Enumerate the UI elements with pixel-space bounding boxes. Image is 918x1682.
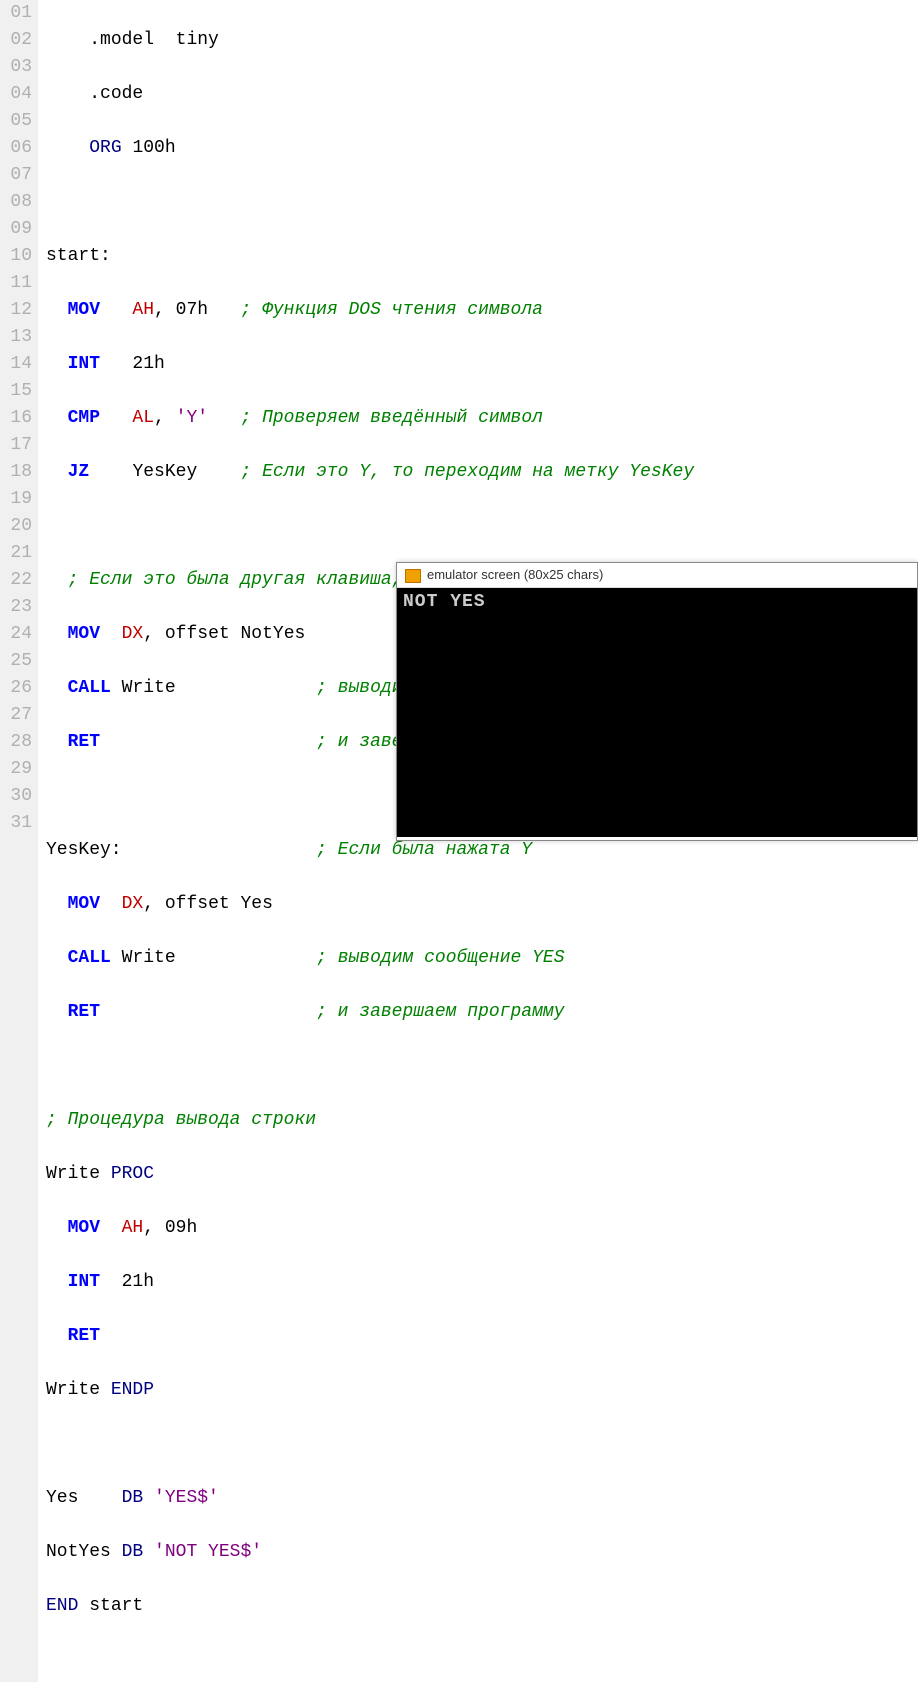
line-number: 30 — [4, 783, 32, 810]
code-line — [46, 189, 694, 216]
emulator-screen: NOT YES — [397, 588, 917, 837]
line-number: 10 — [4, 243, 32, 270]
line-number: 13 — [4, 324, 32, 351]
code-line: RET ; и завершаем программу — [46, 999, 694, 1026]
line-number: 21 — [4, 540, 32, 567]
code-line: MOV AH, 07h ; Функция DOS чтения символа — [46, 297, 694, 324]
code-line: YesKey: ; Если была нажата Y — [46, 837, 694, 864]
line-number: 01 — [4, 0, 32, 27]
line-number: 02 — [4, 27, 32, 54]
emulator-window[interactable]: emulator screen (80x25 chars) NOT YES — [396, 562, 918, 841]
code-line: MOV AH, 09h — [46, 1215, 694, 1242]
code-line: Yes DB 'YES$' — [46, 1485, 694, 1512]
code-line: .code — [46, 81, 694, 108]
code-line: END start — [46, 1593, 694, 1620]
line-number: 03 — [4, 54, 32, 81]
line-number: 08 — [4, 189, 32, 216]
line-number: 04 — [4, 81, 32, 108]
code-line: MOV DX, offset Yes — [46, 891, 694, 918]
line-number: 20 — [4, 513, 32, 540]
line-number: 11 — [4, 270, 32, 297]
code-area[interactable]: .model tiny .code ORG 100h start: MOV AH… — [38, 0, 694, 1682]
code-line: INT 21h — [46, 1269, 694, 1296]
emulator-title-text: emulator screen (80x25 chars) — [427, 567, 603, 582]
line-number: 17 — [4, 432, 32, 459]
line-number: 18 — [4, 459, 32, 486]
code-line: INT 21h — [46, 351, 694, 378]
line-number: 29 — [4, 756, 32, 783]
code-line — [46, 1431, 694, 1458]
line-number: 27 — [4, 702, 32, 729]
line-number: 14 — [4, 351, 32, 378]
code-line: CALL Write ; выводим сообщение YES — [46, 945, 694, 972]
emulator-output: NOT YES — [403, 592, 486, 612]
line-number: 16 — [4, 405, 32, 432]
line-number: 12 — [4, 297, 32, 324]
line-number: 28 — [4, 729, 32, 756]
line-number: 31 — [4, 810, 32, 837]
code-line — [46, 513, 694, 540]
code-line: RET — [46, 1323, 694, 1350]
code-editor[interactable]: 01 02 03 04 05 06 07 08 09 10 11 12 13 1… — [0, 0, 918, 1682]
code-line: ORG 100h — [46, 135, 694, 162]
line-number: 15 — [4, 378, 32, 405]
code-line — [46, 1647, 694, 1674]
line-number: 22 — [4, 567, 32, 594]
code-line: Write PROC — [46, 1161, 694, 1188]
line-number: 23 — [4, 594, 32, 621]
line-number: 09 — [4, 216, 32, 243]
line-number: 25 — [4, 648, 32, 675]
emulator-icon — [405, 569, 421, 583]
code-line: start: — [46, 243, 694, 270]
line-number: 06 — [4, 135, 32, 162]
code-line: .model tiny — [46, 27, 694, 54]
code-line: NotYes DB 'NOT YES$' — [46, 1539, 694, 1566]
code-line: JZ YesKey ; Если это Y, то переходим на … — [46, 459, 694, 486]
line-number: 05 — [4, 108, 32, 135]
line-number: 19 — [4, 486, 32, 513]
line-number: 24 — [4, 621, 32, 648]
code-line: Write ENDP — [46, 1377, 694, 1404]
line-number: 26 — [4, 675, 32, 702]
line-number: 07 — [4, 162, 32, 189]
line-number-gutter: 01 02 03 04 05 06 07 08 09 10 11 12 13 1… — [0, 0, 38, 1682]
code-line — [46, 1053, 694, 1080]
code-line: ; Процедура вывода строки — [46, 1107, 694, 1134]
emulator-titlebar[interactable]: emulator screen (80x25 chars) — [397, 563, 917, 588]
code-line: CMP AL, 'Y' ; Проверяем введённый символ — [46, 405, 694, 432]
